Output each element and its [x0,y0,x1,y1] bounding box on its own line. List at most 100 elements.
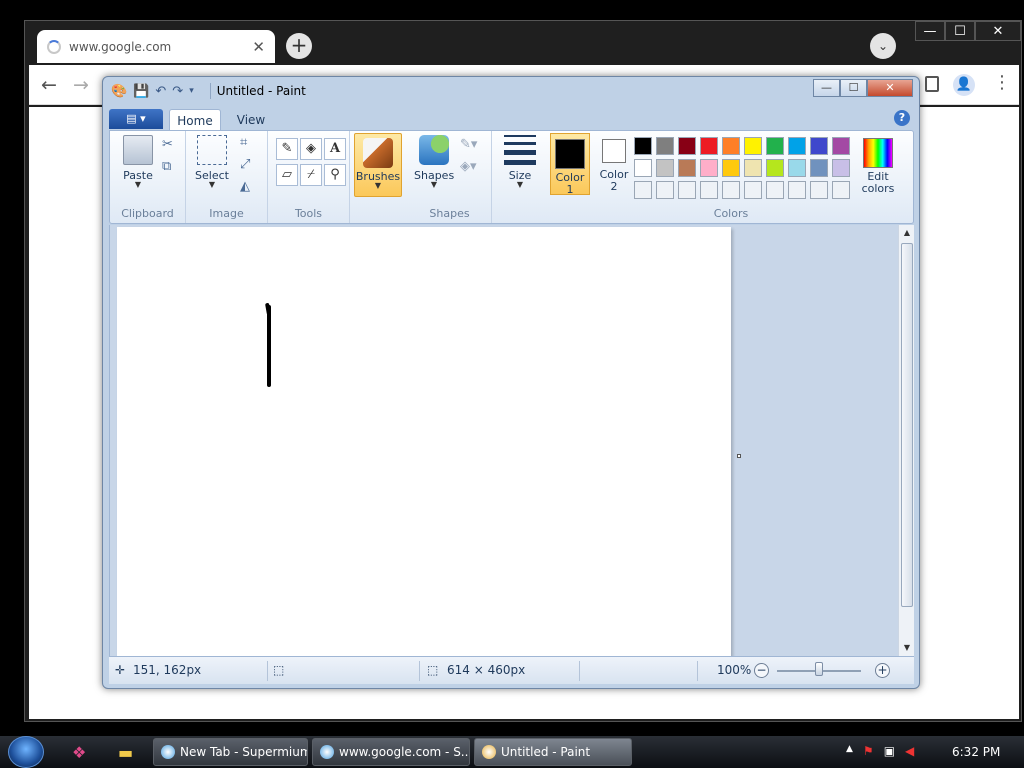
palette-swatch[interactable] [722,137,740,155]
palette-swatch[interactable] [634,159,652,177]
palette-swatch[interactable] [744,181,762,199]
scroll-thumb[interactable] [901,243,913,607]
palette-swatch[interactable] [656,159,674,177]
palette-swatch[interactable] [678,137,696,155]
tab-search-button[interactable]: ⌄ [870,33,896,59]
network-icon[interactable]: ▣ [884,744,895,758]
action-center-icon[interactable]: ⚑ [863,744,874,758]
palette-swatch[interactable] [700,159,718,177]
new-tab-button[interactable]: + [286,33,312,59]
palette-swatch[interactable] [832,137,850,155]
taskbar-item-paint[interactable]: Untitled - Paint [474,738,632,766]
palette-swatch[interactable] [810,137,828,155]
status-divider [419,661,420,681]
size-button[interactable]: Size ▼ [498,135,542,189]
close-button[interactable]: ✕ [975,21,1021,41]
scroll-up-icon[interactable]: ▲ [899,225,915,241]
edit-colors-button[interactable]: Edit colors [856,133,900,195]
palette-swatch[interactable] [634,181,652,199]
canvas-resize-handle[interactable] [737,454,741,458]
paint-close-button[interactable]: ✕ [867,79,913,97]
palette-swatch[interactable] [788,159,806,177]
file-menu-button[interactable]: ▤ ▾ [109,109,163,129]
palette-swatch[interactable] [788,137,806,155]
palette-swatch[interactable] [656,181,674,199]
crop-icon[interactable]: ⌗ [240,135,247,150]
volume-icon[interactable]: ◀ [905,744,914,758]
palette-swatch[interactable] [634,137,652,155]
palette-swatch[interactable] [810,181,828,199]
paint-title: Untitled - Paint [216,84,306,98]
color-picker-icon[interactable]: ⌿ [300,164,322,186]
fill-bucket-icon[interactable]: ◈ [300,138,322,160]
shapes-button[interactable]: Shapes ▼ [414,135,454,189]
tab-home[interactable]: Home [169,109,221,131]
sidebar-icon[interactable] [925,76,939,92]
palette-swatch[interactable] [700,181,718,199]
vertical-scrollbar[interactable]: ▲ ▼ [898,225,914,656]
profile-avatar-icon[interactable]: 👤 [953,74,975,96]
palette-swatch[interactable] [678,181,696,199]
outline-icon[interactable]: ✎▾ [460,137,477,152]
palette-swatch[interactable] [744,137,762,155]
tray-expand-icon[interactable]: ▲ [846,744,853,758]
help-icon[interactable]: ? [894,110,910,126]
fill-icon[interactable]: ◈▾ [460,159,477,174]
zoom-out-button[interactable]: − [754,663,769,678]
copy-icon[interactable]: ⧉ [162,159,171,174]
scroll-down-icon[interactable]: ▼ [899,640,915,656]
eraser-icon[interactable]: ▱ [276,164,298,186]
clock[interactable]: 6:32 PM [952,745,1000,759]
paint-minimize-button[interactable]: — [813,79,840,97]
zoom-in-button[interactable]: + [875,663,890,678]
shapes-group-label: Shapes [429,207,470,220]
folder-icon[interactable]: ▬ [118,743,133,762]
palette-swatch[interactable] [766,181,784,199]
palette-swatch[interactable] [700,137,718,155]
minimize-button[interactable]: — [915,21,945,41]
save-icon[interactable]: 💾 [133,84,149,99]
palette-swatch[interactable] [766,137,784,155]
cut-icon[interactable]: ✂ [162,137,173,152]
color1-button[interactable]: Color 1 [550,133,590,196]
taskbar-item-supermium[interactable]: New Tab - Supermium [153,738,308,766]
brushes-button[interactable]: Brushes ▼ [354,133,402,197]
taskbar-item-google[interactable]: www.google.com - S... [312,738,470,766]
zoom-slider-thumb[interactable] [815,662,823,676]
colors-group-label: Colors [713,207,749,220]
start-button[interactable] [8,736,44,768]
magnifier-icon[interactable]: ⚲ [324,164,346,186]
palette-swatch[interactable] [810,159,828,177]
customize-qa-icon[interactable]: ▾ [189,86,194,96]
select-button[interactable]: Select ▼ [192,135,232,189]
menu-dots-icon[interactable]: ⋮ [993,72,1011,93]
forward-arrow-icon[interactable]: → [73,74,89,96]
palette-swatch[interactable] [766,159,784,177]
tab-close-icon[interactable]: ✕ [252,38,265,56]
drawing-canvas[interactable] [117,227,731,657]
pencil-icon[interactable]: ✎ [276,138,298,160]
redo-icon[interactable]: ↷ [172,84,183,99]
tab-view[interactable]: View [227,109,275,131]
palette-swatch[interactable] [678,159,696,177]
back-arrow-icon[interactable]: ← [41,74,57,96]
palette-swatch[interactable] [722,159,740,177]
browser-tab[interactable]: www.google.com ✕ [37,30,275,63]
color-palette [634,137,850,199]
maximize-button[interactable]: ☐ [945,21,975,41]
palette-swatch[interactable] [656,137,674,155]
palette-swatch[interactable] [832,159,850,177]
text-tool-icon[interactable]: A [324,138,346,160]
rotate-icon[interactable]: ◭ [240,179,250,194]
palette-swatch[interactable] [722,181,740,199]
undo-icon[interactable]: ↶ [155,84,166,99]
palette-swatch[interactable] [788,181,806,199]
paste-button[interactable]: Paste ▼ [118,135,158,189]
ribbon-tabs: ▤ ▾ Home View ? [109,107,914,131]
palette-swatch[interactable] [744,159,762,177]
color2-button[interactable]: Color 2 [594,133,634,193]
app-pin-icon[interactable]: ❖ [72,743,86,762]
paint-maximize-button[interactable]: ☐ [840,79,867,97]
palette-swatch[interactable] [832,181,850,199]
resize-icon[interactable]: ⤢ [240,157,250,172]
